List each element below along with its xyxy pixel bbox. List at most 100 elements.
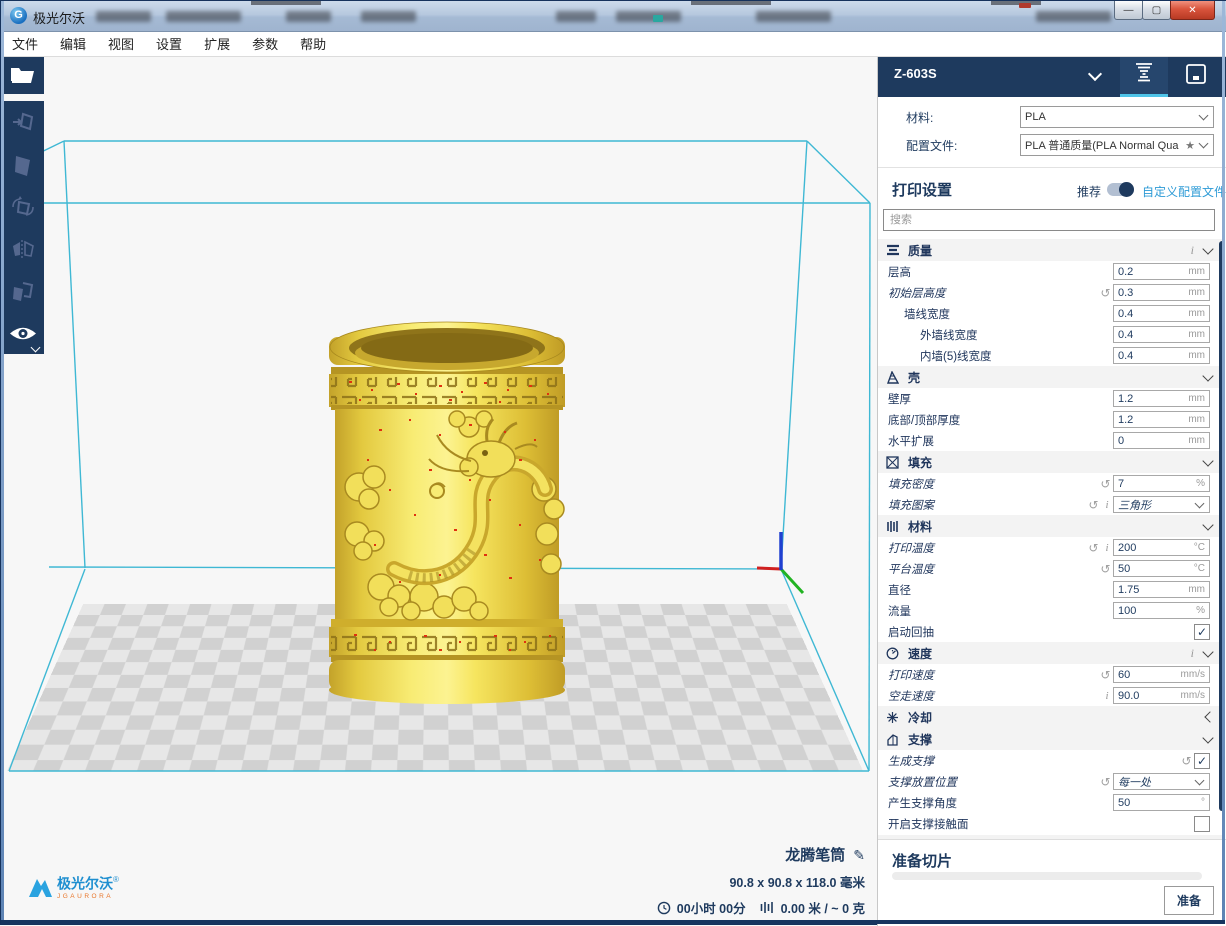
setting-label: 直径 — [878, 582, 1113, 598]
reset-icon[interactable]: ↺ — [1098, 562, 1113, 576]
model-tools-group — [1, 101, 44, 313]
setting-value-box[interactable]: 1.2mm — [1113, 411, 1210, 428]
category-header-cooling[interactable]: 冷却 — [878, 706, 1222, 728]
reset-icon[interactable]: ↺ — [1098, 477, 1113, 491]
search-input[interactable] — [883, 209, 1215, 231]
setting-value-box[interactable]: 1.75mm — [1113, 581, 1210, 598]
setting-value-box[interactable]: 100% — [1113, 602, 1210, 619]
rotate-tool-icon[interactable] — [10, 194, 36, 220]
setting-unit: % — [1196, 605, 1205, 616]
setting-label: 水平扩展 — [878, 433, 1113, 449]
setting-dropdown[interactable]: 每一处 — [1113, 773, 1210, 790]
rename-pencil-icon[interactable]: ✎ — [853, 847, 865, 863]
3d-viewport[interactable]: 龙腾笔筒✎ 90.8 x 90.8 x 118.0 毫米 00小时 00分 0.… — [1, 56, 877, 922]
info-icon: i — [1101, 499, 1113, 511]
tab-monitor[interactable] — [1172, 51, 1220, 97]
reset-icon[interactable]: ↺ — [1098, 775, 1113, 789]
slice-progress-bar — [892, 872, 1202, 880]
open-file-button[interactable] — [1, 56, 44, 94]
category-label: 填充 — [908, 454, 1204, 471]
model-dragon-pen-holder[interactable] — [319, 319, 575, 711]
close-button[interactable]: ✕ — [1170, 1, 1215, 20]
view-mode-button[interactable] — [1, 313, 44, 354]
setting-checkbox[interactable]: ✓ — [1194, 624, 1210, 640]
setting-label: 外墙线宽度 — [878, 327, 1113, 343]
per-model-settings-icon[interactable] — [10, 279, 36, 305]
setting-value-box[interactable]: 90.0mm/s — [1113, 687, 1210, 704]
reset-icon[interactable]: ↺ — [1179, 754, 1194, 768]
app-window: G 极光尔沃 — ▢ ✕ 文件 编辑 视图 设置 扩展 参数 帮助 — [0, 0, 1226, 925]
setting-unit: ° — [1201, 797, 1205, 808]
tab-prepare[interactable] — [1120, 51, 1168, 97]
setting-label: 启动回抽 — [878, 624, 1194, 640]
reset-icon[interactable]: ↺ — [1098, 286, 1113, 300]
setting-value: 100 — [1118, 605, 1196, 617]
mode-toggle[interactable] — [1107, 183, 1134, 196]
mirror-tool-icon[interactable] — [10, 236, 36, 262]
profile-select[interactable]: PLA 普通质量(PLA Normal Qua ★ — [1020, 134, 1214, 156]
prepare-button[interactable]: 准备 — [1164, 886, 1214, 915]
chevron-down-icon — [1088, 67, 1102, 81]
setting-value-box[interactable]: 50°C — [1113, 560, 1210, 577]
setting-unit: °C — [1194, 563, 1205, 574]
menu-parameters[interactable]: 参数 — [241, 34, 289, 53]
setting-value: 7 — [1118, 478, 1196, 490]
setting-value-box[interactable]: 200°C — [1113, 539, 1210, 556]
setting-value-box[interactable]: 50° — [1113, 794, 1210, 811]
cooling-icon — [886, 710, 901, 725]
reset-icon[interactable]: ↺ — [1086, 498, 1101, 512]
setting-checkbox[interactable] — [1194, 816, 1210, 832]
category-header-speed[interactable]: 速度i — [878, 642, 1222, 664]
setting-value-box[interactable]: 7% — [1113, 475, 1210, 492]
minimize-button[interactable]: — — [1114, 1, 1143, 20]
setting-row: 支撑放置位置↺每一处 — [878, 771, 1222, 792]
setting-value-box[interactable]: 0.3mm — [1113, 284, 1210, 301]
setting-checkbox[interactable]: ✓ — [1194, 753, 1210, 769]
setting-unit: mm — [1188, 308, 1205, 319]
custom-profile-link[interactable]: 自定义配置文件 — [1142, 183, 1226, 200]
setting-value-box[interactable]: 0mm — [1113, 432, 1210, 449]
setting-value: 0 — [1118, 435, 1188, 447]
chevron-down-icon — [1202, 646, 1213, 657]
setting-label: 层高 — [878, 264, 1113, 280]
window-frame — [1222, 1, 1225, 924]
setting-value: 50 — [1118, 563, 1194, 575]
menu-edit[interactable]: 编辑 — [49, 34, 97, 53]
setting-unit: mm — [1188, 329, 1205, 340]
setting-value-box[interactable]: 60mm/s — [1113, 666, 1210, 683]
setting-value: 50 — [1118, 797, 1201, 809]
category-header-quality[interactable]: 质量i — [878, 239, 1222, 261]
maximize-button[interactable]: ▢ — [1142, 1, 1171, 20]
category-header-shell[interactable]: 壳 — [878, 366, 1222, 388]
category-header-infill[interactable]: 填充 — [878, 451, 1222, 473]
setting-value-box[interactable]: 0.4mm — [1113, 347, 1210, 364]
menu-view[interactable]: 视图 — [97, 34, 145, 53]
scale-tool-icon[interactable] — [10, 152, 36, 178]
setting-value-box[interactable]: 0.4mm — [1113, 305, 1210, 322]
setting-label: 流量 — [878, 603, 1113, 619]
chevron-down-icon — [1202, 455, 1213, 466]
menu-file[interactable]: 文件 — [1, 34, 49, 53]
setting-row: 产生支撑角度50° — [878, 792, 1222, 813]
reset-icon[interactable]: ↺ — [1098, 668, 1113, 682]
menu-help[interactable]: 帮助 — [289, 34, 337, 53]
setting-label: 初始层高度 — [878, 285, 1098, 301]
setting-value-box[interactable]: 0.4mm — [1113, 326, 1210, 343]
background-window-artifact — [691, 1, 771, 5]
setting-value-box[interactable]: 1.2mm — [1113, 390, 1210, 407]
setting-value: 三角形 — [1118, 497, 1194, 513]
move-tool-icon[interactable] — [10, 109, 36, 135]
category-header-support[interactable]: 支撑 — [878, 728, 1222, 750]
material-select[interactable]: PLA — [1020, 106, 1214, 128]
menu-settings[interactable]: 设置 — [145, 34, 193, 53]
category-header-material[interactable]: 材料 — [878, 515, 1222, 537]
setting-value-box[interactable]: 0.2mm — [1113, 263, 1210, 280]
setting-dropdown[interactable]: 三角形 — [1113, 496, 1210, 513]
menu-extensions[interactable]: 扩展 — [193, 34, 241, 53]
brand-reg: ® — [113, 875, 119, 884]
reset-icon[interactable]: ↺ — [1086, 541, 1101, 555]
origin-axes-icon — [757, 532, 803, 593]
category-label: 壳 — [908, 369, 1204, 386]
printer-selector[interactable]: Z-603S — [894, 66, 937, 81]
setting-value: 每一处 — [1118, 774, 1194, 790]
